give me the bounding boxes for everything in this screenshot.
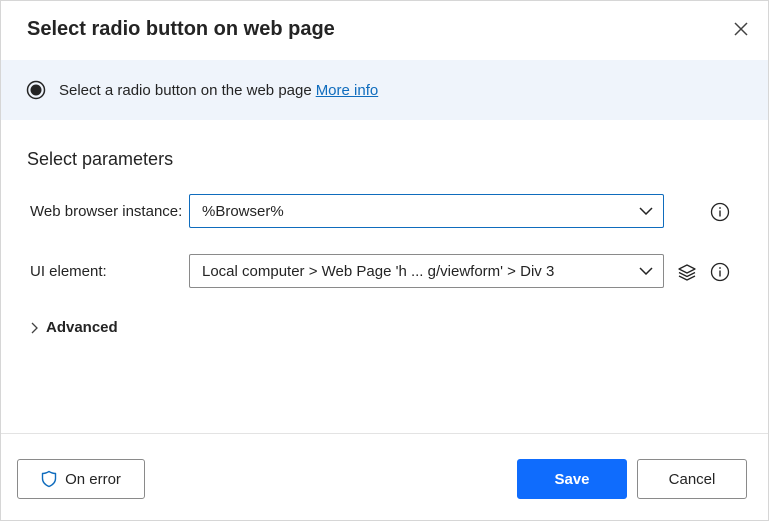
- section-title: Select parameters: [27, 149, 174, 169]
- chevron-down-icon: [629, 207, 663, 215]
- dialog: Select radio button on web page Select a…: [0, 0, 769, 521]
- cancel-button[interactable]: Cancel: [637, 459, 747, 499]
- save-button[interactable]: Save: [517, 459, 627, 499]
- browser-instance-label: Web browser instance:: [30, 203, 183, 220]
- more-info-link[interactable]: More info: [316, 82, 379, 99]
- shield-icon: [41, 470, 57, 488]
- ui-element-label: UI element:: [30, 263, 107, 280]
- chevron-down-icon: [629, 267, 663, 275]
- close-icon: [734, 22, 748, 36]
- chevron-right-icon: [31, 322, 38, 333]
- dialog-title: Select radio button on web page: [27, 18, 335, 40]
- browser-info-icon[interactable]: [709, 201, 731, 223]
- on-error-button[interactable]: On error: [17, 459, 145, 499]
- on-error-label: On error: [65, 470, 121, 488]
- ui-element-info-icon[interactable]: [709, 261, 731, 283]
- browser-instance-select[interactable]: %Browser%: [189, 194, 664, 228]
- close-button[interactable]: [730, 18, 752, 40]
- ui-element-value: Local computer > Web Page 'h ... g/viewf…: [202, 262, 555, 280]
- layers-icon[interactable]: [676, 261, 698, 283]
- browser-instance-value: %Browser%: [202, 202, 284, 220]
- banner-text: Select a radio button on the web page: [59, 81, 312, 99]
- ui-element-select[interactable]: Local computer > Web Page 'h ... g/viewf…: [189, 254, 664, 288]
- info-banner: Select a radio button on the web page Mo…: [1, 60, 768, 120]
- radio-selected-icon: [26, 80, 46, 100]
- advanced-label: Advanced: [46, 319, 118, 336]
- advanced-toggle[interactable]: Advanced: [30, 319, 118, 336]
- footer-divider: [1, 433, 768, 434]
